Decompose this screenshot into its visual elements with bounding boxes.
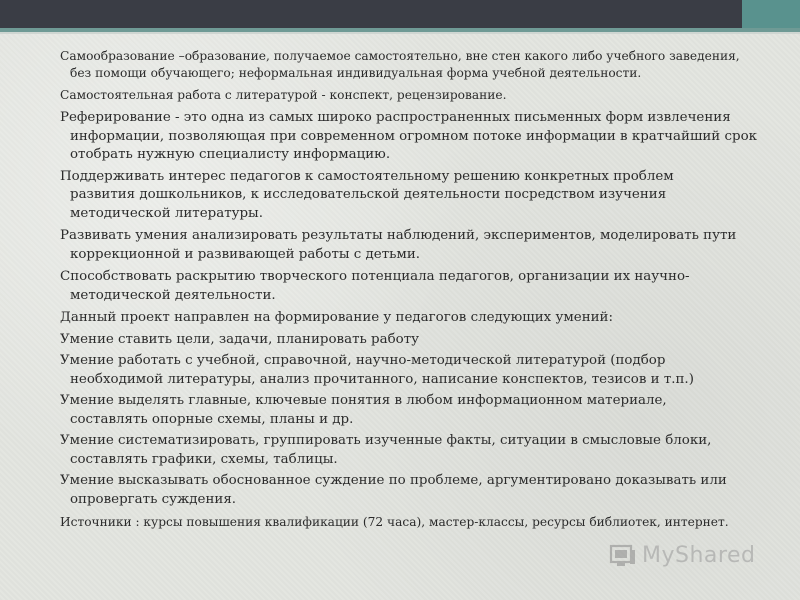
watermark-text: MyShared <box>642 542 756 568</box>
paragraph-skill-judgement: Умение высказывать обоснованное суждение… <box>60 472 760 509</box>
paragraph-continuation: опровергать суждения. <box>70 491 237 507</box>
paragraph-skill-systematize: Умение систематизировать, группировать и… <box>60 432 760 469</box>
paragraph-continuation: информации, позволяющая при современном … <box>70 128 757 163</box>
paragraph-develop-skills: Развивать умения анализировать результат… <box>60 227 760 264</box>
paragraph-continuation: без помощи обучающего; неформальная инди… <box>70 66 642 80</box>
paragraph-first-line: Умение высказывать обоснованное суждение… <box>60 473 727 488</box>
paragraph-first-line: Умение систематизировать, группировать и… <box>60 433 712 448</box>
slide-header-bar <box>0 0 800 34</box>
paragraph-continuation: развития дошкольников, к исследовательск… <box>70 187 667 221</box>
myshared-watermark: MyShared <box>608 538 768 572</box>
paragraph-first-line: Самообразование –образование, получаемое… <box>60 49 740 63</box>
paragraph-skill-literature: Умение работать с учебной, справочной, н… <box>60 352 760 389</box>
myshared-logo-icon <box>609 544 635 566</box>
paragraph-sources: Источники : курсы повышения квалификации… <box>60 514 760 531</box>
paragraph-first-line: Умение ставить цели, задачи, планировать… <box>60 331 419 347</box>
paragraph-abstracting: Реферирование - это одна из самых широко… <box>60 109 760 165</box>
paragraph-first-line: Поддерживать интерес педагогов к самосто… <box>60 168 674 184</box>
paragraph-skill-key-concepts: Умение выделять главные, ключевые поняти… <box>60 392 760 429</box>
paragraph-first-line: Развивать умения анализировать результат… <box>60 228 737 243</box>
header-accent-block <box>742 0 800 28</box>
paragraph-skill-goals: Умение ставить цели, задачи, планировать… <box>60 331 760 350</box>
paragraph-continuation: методической деятельности. <box>70 287 276 303</box>
slide-body: Самообразование –образование, получаемое… <box>60 48 760 531</box>
paragraph-first-line: Источники : курсы повышения квалификации… <box>60 515 729 529</box>
paragraph-first-line: Данный проект направлен на формирование … <box>60 310 613 325</box>
paragraph-continuation: составлять графики, схемы, таблицы. <box>70 451 338 467</box>
paragraph-support-interest: Поддерживать интерес педагогов к самосто… <box>60 168 760 224</box>
paragraph-creative-potential: Способствовать раскрытию творческого пот… <box>60 268 760 305</box>
paragraph-project-aim: Данный проект направлен на формирование … <box>60 309 760 328</box>
paragraph-first-line: Реферирование - это одна из самых широко… <box>60 110 731 125</box>
paragraph-continuation: необходимой литературы, анализ прочитанн… <box>70 371 694 387</box>
paragraph-self-education: Самообразование –образование, получаемое… <box>60 48 760 82</box>
paragraph-continuation: коррекционной и развивающей работы с дет… <box>70 246 421 262</box>
paragraph-literature-work: Самостоятельная работа с литературой - к… <box>60 87 760 104</box>
paragraph-first-line: Способствовать раскрытию творческого пот… <box>60 269 690 284</box>
header-light-strip <box>0 32 800 34</box>
header-dark-band <box>0 0 742 28</box>
paragraph-first-line: Самостоятельная работа с литературой - к… <box>60 88 507 102</box>
paragraph-continuation: составлять опорные схемы, планы и др. <box>70 411 354 427</box>
paragraph-first-line: Умение работать с учебной, справочной, н… <box>60 353 666 368</box>
paragraph-first-line: Умение выделять главные, ключевые поняти… <box>60 393 667 408</box>
